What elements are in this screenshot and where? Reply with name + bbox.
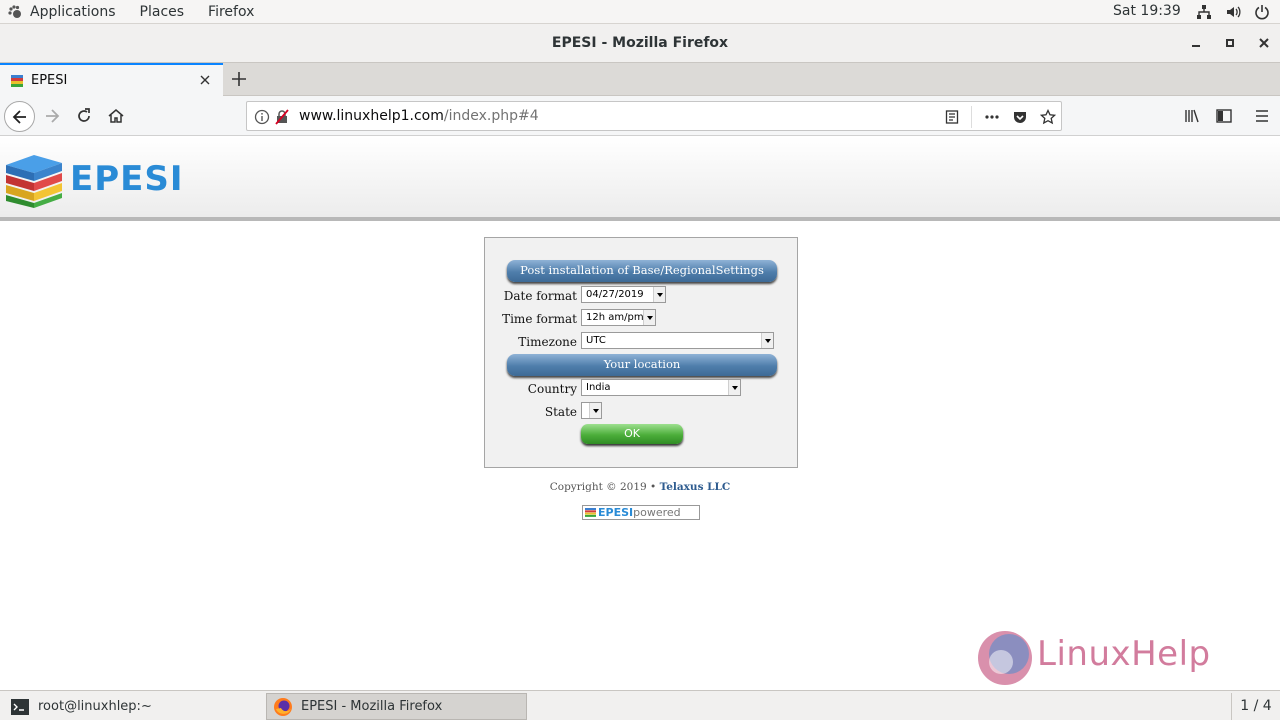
close-window-button[interactable] xyxy=(1256,35,1272,51)
firefox-app-menu[interactable]: Firefox xyxy=(196,0,266,24)
timezone-value: UTC xyxy=(586,335,606,346)
info-icon[interactable] xyxy=(253,108,271,126)
url-host: www.linuxhelp1.com xyxy=(299,108,444,124)
sidebar-icon xyxy=(1216,109,1232,123)
chevron-down-icon xyxy=(761,333,773,348)
reader-view-icon[interactable] xyxy=(943,108,961,126)
copyright-footer: Copyright © 2019 • Telaxus LLC xyxy=(0,481,1280,493)
timezone-label: Timezone xyxy=(518,335,577,349)
epesi-bars-icon xyxy=(585,508,596,517)
forward-button[interactable] xyxy=(40,104,64,128)
sidebar-button[interactable] xyxy=(1212,104,1236,128)
time-format-value: 12h am/pm xyxy=(586,312,644,323)
insecure-lock-icon[interactable] xyxy=(273,108,291,126)
chevron-down-icon xyxy=(728,380,740,395)
window-titlebar[interactable]: EPESI - Mozilla Firefox xyxy=(0,24,1280,63)
applications-menu[interactable]: Applications xyxy=(0,0,128,24)
clock[interactable]: Sat 19:39 xyxy=(1113,3,1181,19)
gnome-top-bar: Applications Places Firefox Sat 19:39 xyxy=(0,0,1280,24)
your-location-header: Your location xyxy=(507,354,777,376)
home-button[interactable] xyxy=(104,104,128,128)
country-select[interactable]: India xyxy=(581,379,741,396)
back-button[interactable] xyxy=(4,101,35,132)
time-format-select[interactable]: 12h am/pm xyxy=(581,309,656,326)
terminal-label: root@linuxhlep:~ xyxy=(38,699,152,714)
url-path: /index.php#4 xyxy=(443,108,539,124)
network-icon[interactable] xyxy=(1195,3,1212,20)
epesi-logo-text: EPESI xyxy=(70,159,184,199)
watermark-text: LinuxHelp xyxy=(1037,634,1211,674)
tab-epesi[interactable]: EPESI xyxy=(0,63,223,96)
time-format-label: Time format xyxy=(502,312,577,326)
powered-word-text: powered xyxy=(633,506,681,519)
date-format-value: 04/27/2019 xyxy=(586,289,644,300)
volume-icon[interactable] xyxy=(1224,3,1241,20)
close-tab-icon[interactable] xyxy=(197,72,213,88)
powered-epesi-text: EPESI xyxy=(598,506,634,519)
firefox-icon xyxy=(274,697,292,716)
timezone-select[interactable]: UTC xyxy=(581,332,774,349)
epesi-cube-icon xyxy=(6,155,62,208)
url-separator xyxy=(971,106,972,128)
telaxus-link[interactable]: Telaxus LLC xyxy=(660,481,731,493)
chevron-down-icon xyxy=(589,403,601,418)
window-list-taskbar: root@linuxhlep:~ EPESI - Mozilla Firefox… xyxy=(0,690,1280,720)
epesi-logo[interactable]: EPESI xyxy=(4,151,189,209)
places-menu[interactable]: Places xyxy=(128,0,197,24)
maximize-button[interactable] xyxy=(1222,35,1238,51)
hamburger-icon xyxy=(1256,110,1268,122)
window-title: EPESI - Mozilla Firefox xyxy=(551,35,729,51)
terminal-icon xyxy=(11,698,29,715)
chevron-down-icon xyxy=(653,287,665,302)
workspace-indicator[interactable]: 1 / 4 xyxy=(1231,693,1280,720)
linuxhelp-watermark: LinuxHelp xyxy=(975,628,1235,688)
navigation-toolbar: www.linuxhelp1.com/index.php#4 xyxy=(0,96,1280,136)
applications-label: Applications xyxy=(30,3,116,20)
url-text[interactable]: www.linuxhelp1.com/index.php#4 xyxy=(299,108,539,124)
gnome-foot-icon xyxy=(8,4,22,19)
taskbar-firefox[interactable]: EPESI - Mozilla Firefox xyxy=(266,693,527,720)
library-icon xyxy=(1185,109,1199,123)
country-value: India xyxy=(586,382,611,393)
epesi-favicon-icon xyxy=(9,73,25,89)
linuxhelp-logo-icon xyxy=(978,631,1032,685)
arrow-left-icon xyxy=(12,109,26,124)
country-label: Country xyxy=(527,382,577,396)
date-format-select[interactable]: 04/27/2019 xyxy=(581,286,666,303)
epesi-powered-badge[interactable]: EPESI powered xyxy=(582,505,700,520)
pocket-icon[interactable] xyxy=(1011,108,1029,126)
page-actions-icon[interactable] xyxy=(983,108,1001,126)
taskbar-terminal[interactable]: root@linuxhlep:~ xyxy=(4,693,260,720)
reload-icon xyxy=(78,108,90,122)
menu-button[interactable] xyxy=(1250,104,1274,128)
library-button[interactable] xyxy=(1180,104,1204,128)
tab-strip: EPESI xyxy=(0,63,1280,96)
system-tray[interactable] xyxy=(1195,3,1270,20)
reload-button[interactable] xyxy=(72,104,96,128)
minimize-button[interactable] xyxy=(1188,35,1204,51)
page-content: EPESI Post installation of Base/Regional… xyxy=(0,137,1280,688)
new-tab-icon[interactable] xyxy=(230,70,248,88)
chevron-down-icon xyxy=(643,310,655,325)
state-select[interactable] xyxy=(581,402,602,419)
copyright-text: Copyright © 2019 • xyxy=(549,481,657,493)
tab-title: EPESI xyxy=(31,73,68,88)
power-icon[interactable] xyxy=(1253,3,1270,20)
epesi-header: EPESI xyxy=(0,137,1280,221)
arrow-right-icon xyxy=(46,109,60,123)
state-label: State xyxy=(544,405,577,419)
url-bar[interactable]: www.linuxhelp1.com/index.php#4 xyxy=(246,101,1062,131)
home-icon xyxy=(108,109,124,123)
date-format-label: Date format xyxy=(503,289,577,303)
firefox-task-label: EPESI - Mozilla Firefox xyxy=(301,699,443,714)
ok-button[interactable]: OK xyxy=(581,424,683,444)
post-install-panel: Post installation of Base/RegionalSettin… xyxy=(484,237,798,468)
bookmark-star-icon[interactable] xyxy=(1039,108,1057,126)
regional-settings-header: Post installation of Base/RegionalSettin… xyxy=(507,260,777,282)
